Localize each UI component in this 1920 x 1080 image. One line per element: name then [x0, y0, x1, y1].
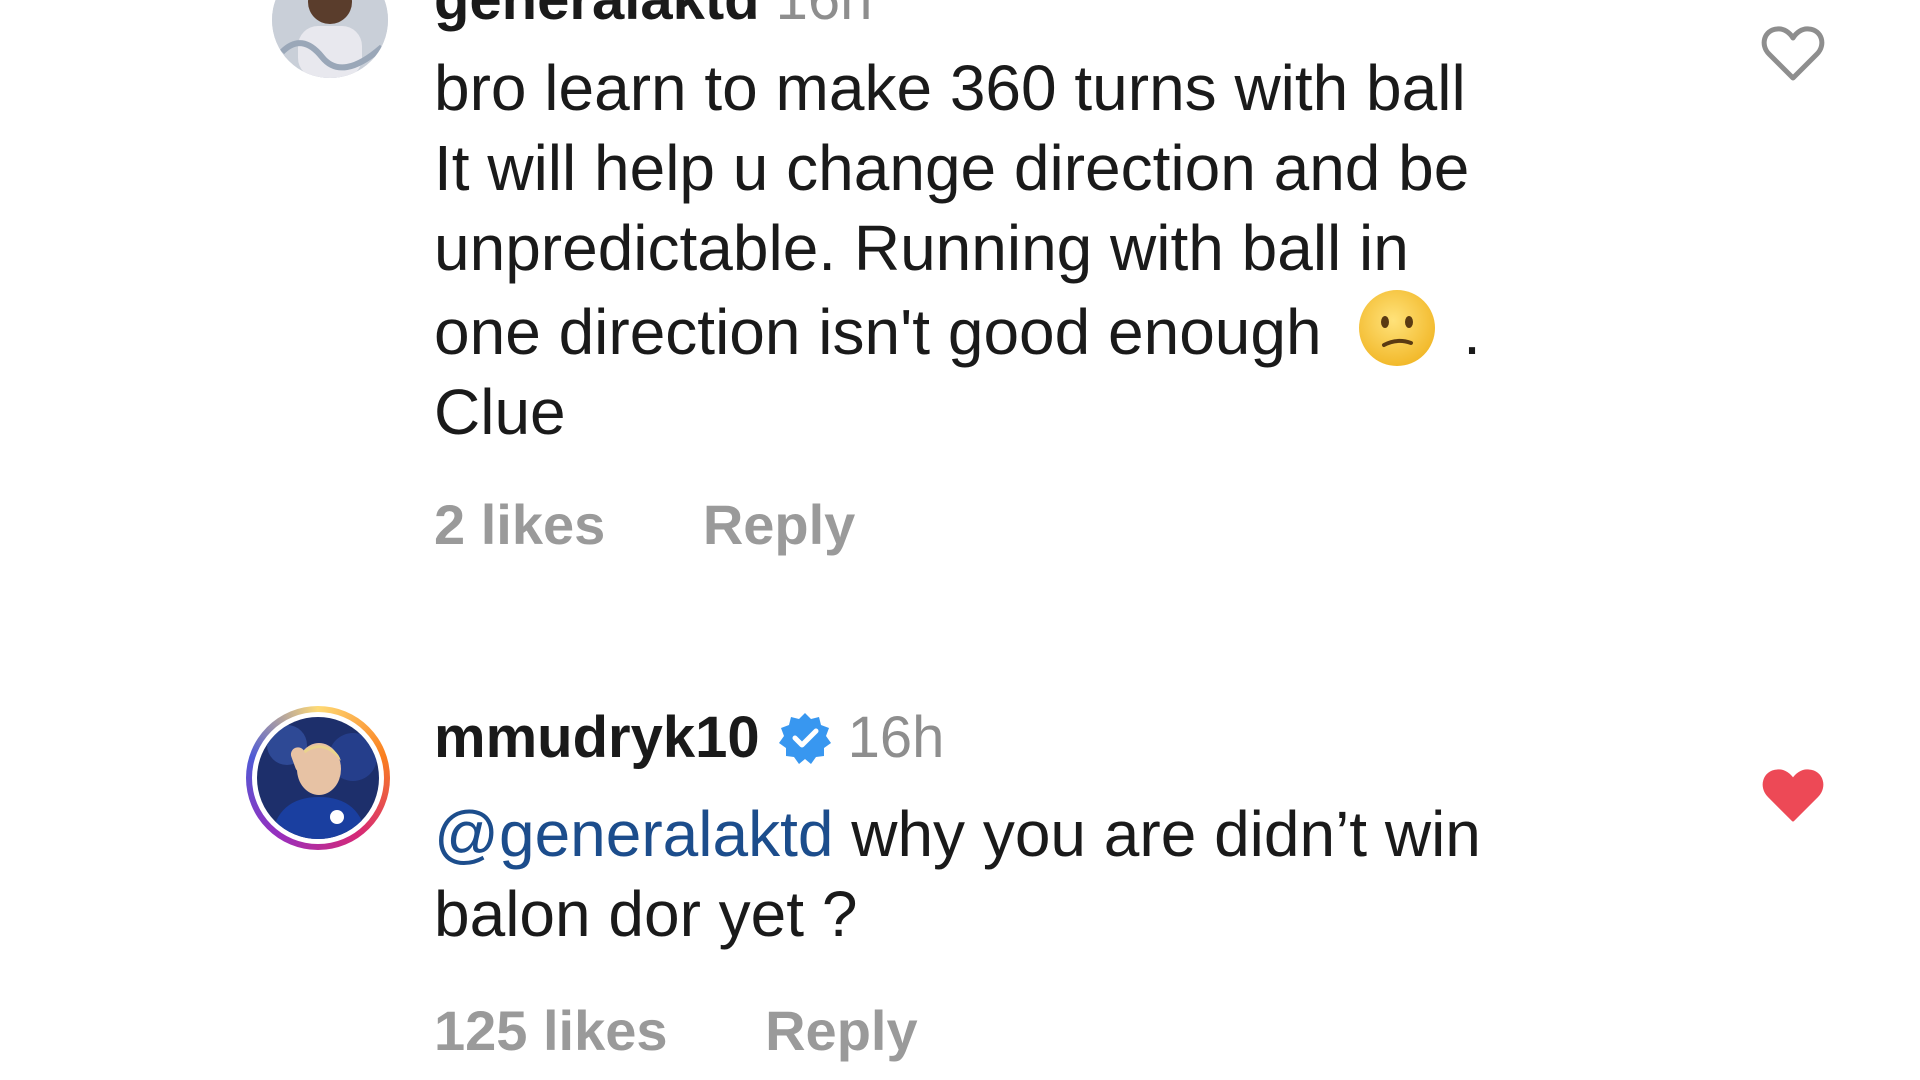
avatar-image	[257, 717, 379, 839]
likes-count[interactable]: 2 likes	[434, 492, 605, 557]
comment-meta: 125 likes Reply	[434, 998, 918, 1063]
comment-line: It will help u change direction and be	[434, 132, 1470, 204]
like-heart-outline-icon[interactable]	[1760, 24, 1826, 84]
timestamp: 16h	[847, 705, 945, 770]
confused-face-emoji-icon	[1359, 290, 1436, 366]
avatar[interactable]	[272, 0, 388, 78]
comment-header: generalaktd 16h	[434, 0, 872, 33]
comment-line: one direction isn't good enough .	[434, 288, 1684, 372]
verified-badge-icon	[778, 712, 831, 764]
comment-meta: 2 likes Reply	[434, 492, 855, 557]
comment-line-text: one direction isn't good enough	[434, 296, 1322, 368]
comment-body: @generalaktd why you are didn’t win balo…	[434, 794, 1684, 954]
comment-line: balon dor yet ?	[434, 878, 858, 950]
reply-button[interactable]: Reply	[703, 492, 856, 557]
username[interactable]: mmudryk10	[434, 704, 760, 771]
comment-line-suffix: .	[1463, 296, 1481, 368]
like-heart-filled-icon[interactable]	[1760, 766, 1826, 826]
comment-line: Clue	[434, 376, 566, 448]
comment-header: mmudryk10 16h	[434, 704, 944, 771]
comment-body: bro learn to make 360 turns with ball It…	[434, 48, 1684, 452]
avatar-image	[272, 0, 388, 78]
likes-count[interactable]: 125 likes	[434, 998, 668, 1063]
comment-line: unpredictable. Running with ball in	[434, 212, 1409, 284]
comment-line: bro learn to make 360 turns with ball	[434, 52, 1466, 124]
comment-line: @generalaktd why you are didn’t win	[434, 794, 1684, 874]
mention-link[interactable]: @generalaktd	[434, 798, 833, 870]
comment-line-text: why you are didn’t win	[833, 798, 1481, 870]
timestamp: 16h	[776, 0, 873, 33]
reply-button[interactable]: Reply	[765, 998, 918, 1063]
username[interactable]: generalaktd	[434, 0, 760, 33]
avatar[interactable]	[246, 706, 390, 850]
